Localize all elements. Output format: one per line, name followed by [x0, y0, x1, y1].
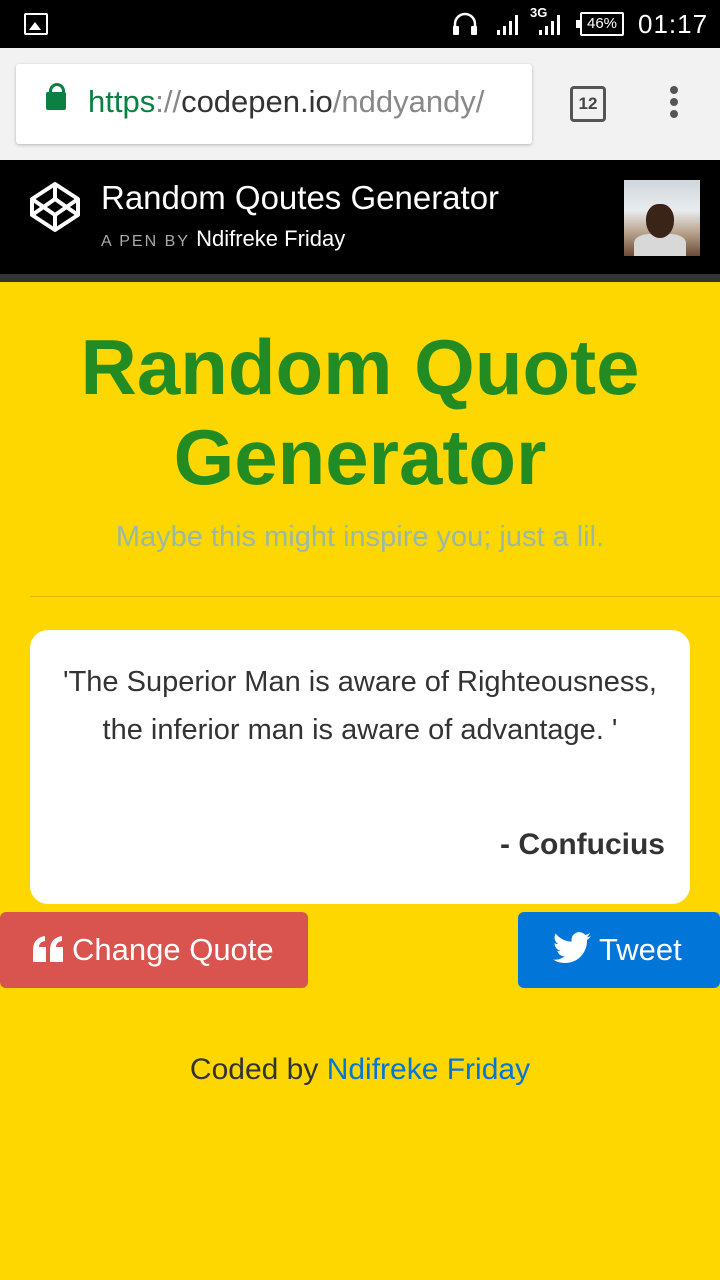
- browser-toolbar: https://codepen.io/nddyandy/ 12: [0, 48, 720, 160]
- quote-text: 'The Superior Man is aware of Righteousn…: [63, 666, 657, 746]
- url-separator: ://: [155, 84, 182, 119]
- url-scheme: https: [88, 84, 156, 119]
- page-title: Random Quote Generator: [80, 323, 640, 501]
- status-bar: 3G 46% 01:17: [0, 0, 720, 48]
- signal-icon: [497, 15, 518, 35]
- codepen-logo-icon[interactable]: [28, 180, 82, 234]
- divider: [30, 596, 720, 597]
- pen-title[interactable]: Random Qoutes Generator: [101, 179, 499, 217]
- quote-author: - Confucius: [500, 828, 665, 861]
- lock-icon: [46, 83, 66, 110]
- page-subtitle: Maybe this might inspire you; just a lil…: [115, 521, 605, 553]
- url-text[interactable]: https://codepen.io/nddyandy/: [88, 84, 484, 120]
- twitter-icon: [553, 932, 591, 964]
- image-notification-icon: [24, 13, 48, 35]
- author-avatar[interactable]: [624, 180, 700, 256]
- quote-card: 'The Superior Man is aware of Righteousn…: [30, 630, 690, 904]
- tab-switcher-button[interactable]: 12: [570, 86, 606, 122]
- address-bar[interactable]: https://codepen.io/nddyandy/: [16, 64, 532, 144]
- headset-icon: [453, 12, 477, 35]
- codepen-header: Random Qoutes Generator A PEN BY Ndifrek…: [0, 160, 720, 282]
- signal-icon-sim2: [539, 15, 560, 35]
- change-quote-button[interactable]: Change Quote: [0, 912, 308, 988]
- battery-icon: 46%: [576, 12, 624, 36]
- change-quote-label: Change Quote: [72, 932, 274, 967]
- footer: Coded by Ndifreke Friday: [0, 1053, 720, 1087]
- quote-left-icon: [33, 936, 63, 962]
- pen-author-link[interactable]: Ndifreke Friday: [196, 226, 345, 251]
- url-path: /nddyandy/: [332, 84, 485, 119]
- clock: 01:17: [638, 9, 709, 39]
- footer-author-link[interactable]: Ndifreke Friday: [327, 1053, 530, 1086]
- pen-byline: A PEN BY Ndifreke Friday: [101, 226, 345, 252]
- url-host: codepen.io: [181, 84, 333, 119]
- tweet-button[interactable]: Tweet: [518, 912, 720, 988]
- footer-prefix: Coded by: [189, 1053, 319, 1086]
- overflow-menu-icon[interactable]: [668, 86, 680, 122]
- byline-prefix: A PEN BY: [101, 233, 190, 250]
- tweet-label: Tweet: [599, 932, 682, 967]
